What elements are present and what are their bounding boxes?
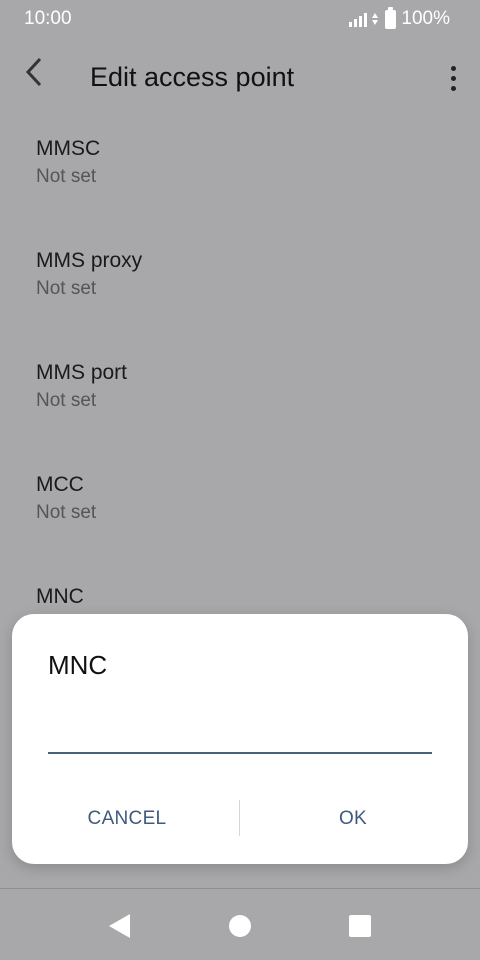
overflow-menu-icon[interactable]	[446, 58, 460, 98]
setting-title: MMS port	[36, 361, 128, 384]
button-divider	[239, 800, 240, 836]
setting-title: MNC	[36, 585, 84, 608]
mnc-dialog: MNC CANCEL OK	[12, 614, 468, 864]
status-bar: 10:00 100%	[0, 0, 480, 36]
setting-value: Not set	[36, 502, 97, 523]
signal-icon	[349, 11, 368, 27]
nav-home-button[interactable]	[225, 911, 255, 941]
mnc-input[interactable]	[48, 706, 432, 754]
setting-item-mmsc[interactable]: MMSC Not set	[0, 114, 480, 226]
nav-home-icon	[229, 915, 251, 937]
setting-value: Not set	[36, 278, 97, 299]
setting-item-mcc[interactable]: MCC Not set	[0, 450, 480, 562]
dialog-title: MNC	[48, 650, 108, 680]
back-button[interactable]	[22, 56, 62, 100]
data-arrows-icon	[372, 12, 379, 26]
back-arrow-icon	[25, 57, 42, 87]
setting-item-mms-proxy[interactable]: MMS proxy Not set	[0, 226, 480, 338]
nav-back-icon	[108, 914, 130, 938]
nav-back-button[interactable]	[104, 911, 134, 941]
status-time: 10:00	[24, 8, 72, 29]
settings-list: MMSC Not set MMS proxy Not set MMS port …	[0, 114, 480, 674]
nav-recents-icon	[349, 915, 371, 937]
ok-button[interactable]: OK	[263, 800, 443, 838]
setting-title: MMS proxy	[36, 249, 143, 272]
cancel-button[interactable]: CANCEL	[37, 800, 217, 838]
page-title: Edit access point	[90, 62, 295, 92]
status-icons: 100%	[349, 6, 450, 30]
battery-percent: 100%	[401, 8, 450, 29]
navigation-bar	[0, 888, 480, 960]
dialog-actions: CANCEL OK	[12, 800, 468, 838]
setting-item-mms-port[interactable]: MMS port Not set	[0, 338, 480, 450]
setting-title: MCC	[36, 473, 84, 496]
nav-recents-button[interactable]	[345, 911, 375, 941]
battery-icon	[385, 6, 397, 29]
setting-title: MMSC	[36, 137, 101, 160]
setting-value: Not set	[36, 166, 97, 187]
setting-value: Not set	[36, 390, 97, 411]
app-bar: Edit access point	[0, 44, 480, 114]
